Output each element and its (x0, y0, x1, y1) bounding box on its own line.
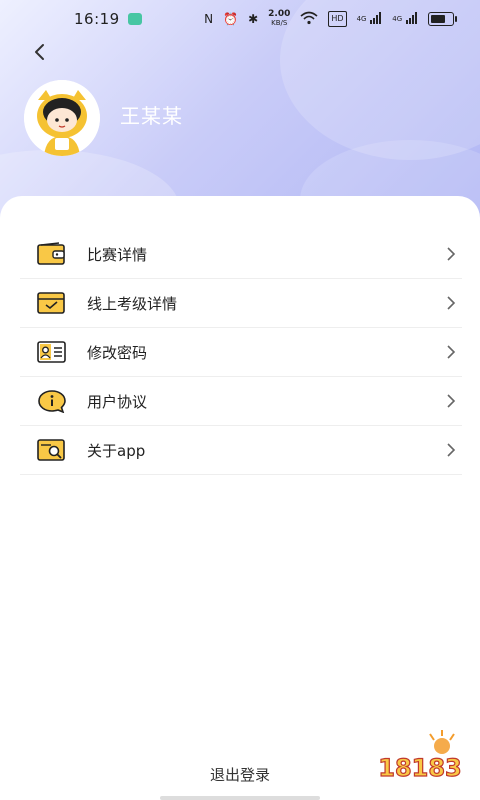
wallet-icon (37, 242, 65, 265)
home-indicator (160, 796, 320, 800)
menu-item-online-exam-details[interactable]: 线上考级详情 (20, 279, 462, 328)
menu-label: 修改密码 (87, 343, 148, 362)
status-bar: 16:19 N ⏰ ✱ 2.00 KB/S HD 4G 4G (0, 0, 480, 38)
menu-item-competition-details[interactable]: 比赛详情 (20, 230, 462, 279)
signal-icon-1: 4G (357, 11, 383, 27)
menu-item-change-password[interactable]: 修改密码 (20, 328, 462, 377)
inbox-check-icon (37, 292, 65, 314)
menu-item-user-agreement[interactable]: 用户协议 (20, 377, 462, 426)
menu-label: 线上考级详情 (87, 294, 178, 313)
nfc-icon: N (204, 12, 214, 26)
menu-label: 比赛详情 (87, 245, 148, 264)
logo-18183-icon: 18183 (378, 730, 462, 783)
chevron-right-icon (447, 345, 456, 359)
status-time: 16:19 (74, 10, 120, 28)
menu-card: 比赛详情 线上考级详情 修改密码 用户协议 关于app (0, 196, 480, 800)
status-icons: N ⏰ ✱ 2.00 KB/S HD 4G 4G (204, 9, 457, 28)
message-icon (128, 13, 142, 25)
menu-item-about-app[interactable]: 关于app (20, 426, 462, 475)
signal-icon-2: 4G (392, 11, 418, 27)
id-card-icon (37, 341, 66, 363)
username: 王某某 (120, 104, 183, 128)
network-speed: 2.00 KB/S (268, 9, 291, 28)
hd-icon: HD (328, 11, 347, 27)
alarm-icon: ⏰ (223, 12, 239, 26)
cartoon-avatar-icon (24, 80, 100, 156)
menu-list: 比赛详情 线上考级详情 修改密码 用户协议 关于app (20, 230, 462, 475)
info-chat-icon (38, 390, 66, 413)
battery-icon (428, 12, 457, 26)
wifi-icon (300, 11, 318, 28)
chevron-right-icon (447, 247, 456, 261)
chevron-right-icon (447, 296, 456, 310)
chevron-left-icon (35, 44, 44, 60)
menu-label: 关于app (87, 441, 146, 460)
search-doc-icon (37, 439, 65, 461)
bluetooth-icon: ✱ (248, 12, 259, 26)
avatar[interactable] (24, 80, 100, 156)
menu-label: 用户协议 (87, 392, 148, 411)
watermark-logo: 18183 (370, 730, 470, 790)
chevron-right-icon (447, 394, 456, 408)
back-button[interactable] (28, 40, 52, 64)
chevron-right-icon (447, 443, 456, 457)
svg-text:18183: 18183 (378, 754, 462, 782)
